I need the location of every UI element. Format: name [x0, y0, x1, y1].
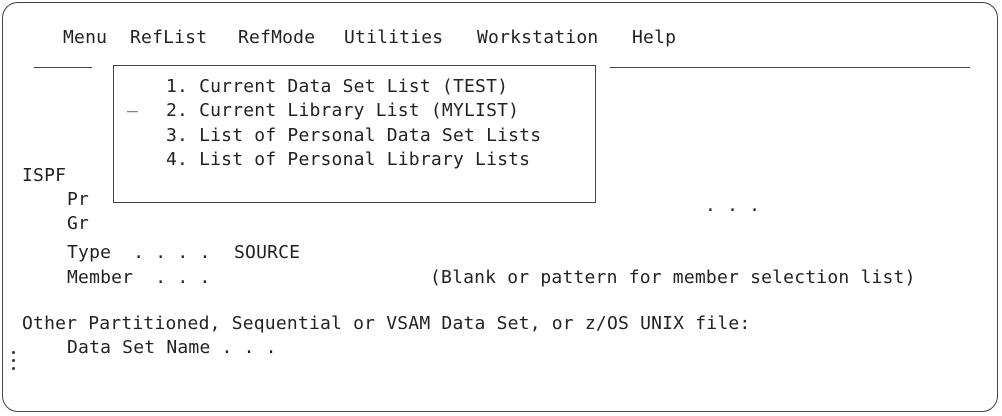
- selection-cursor[interactable]: _: [127, 92, 138, 114]
- member-label: Member . . .: [67, 267, 211, 288]
- group-label-fragment: Gr: [67, 213, 90, 234]
- menu-item-reflist[interactable]: RefList: [130, 27, 207, 49]
- menu-item-utilities[interactable]: Utilities: [344, 27, 443, 49]
- option-current-library-list[interactable]: 2. Current Library List (MYLIST): [166, 100, 519, 122]
- data-set-name-label: Data Set Name . . .: [67, 337, 277, 358]
- menu-separator-left: [34, 67, 92, 68]
- project-label-fragment: Pr: [67, 189, 90, 210]
- group-continuation-dots: . . .: [705, 195, 761, 216]
- panel-title-fragment: ISPF: [22, 165, 67, 186]
- type-label: Type . . . .: [67, 242, 211, 263]
- menu-item-help[interactable]: Help: [632, 27, 676, 49]
- type-field[interactable]: SOURCE: [234, 242, 300, 264]
- reflist-pulldown: _ 1. Current Data Set List (TEST) 2. Cur…: [113, 65, 596, 203]
- option-personal-library-lists[interactable]: 4. List of Personal Library Lists: [166, 149, 530, 171]
- menu-item-menu[interactable]: Menu: [63, 27, 107, 49]
- menu-item-refmode[interactable]: RefMode: [238, 27, 315, 49]
- ispf-screen: Menu RefList RefMode Utilities Workstati…: [2, 2, 998, 412]
- option-current-data-set-list[interactable]: 1. Current Data Set List (TEST): [166, 76, 508, 98]
- option-personal-data-set-lists[interactable]: 3. List of Personal Data Set Lists: [166, 125, 541, 147]
- vertical-ellipsis-icon: [12, 351, 16, 375]
- other-dataset-heading: Other Partitioned, Sequential or VSAM Da…: [22, 313, 751, 334]
- menu-separator-right: [610, 67, 970, 68]
- menu-item-workstation[interactable]: Workstation: [477, 27, 598, 49]
- member-hint: (Blank or pattern for member selection l…: [430, 267, 916, 288]
